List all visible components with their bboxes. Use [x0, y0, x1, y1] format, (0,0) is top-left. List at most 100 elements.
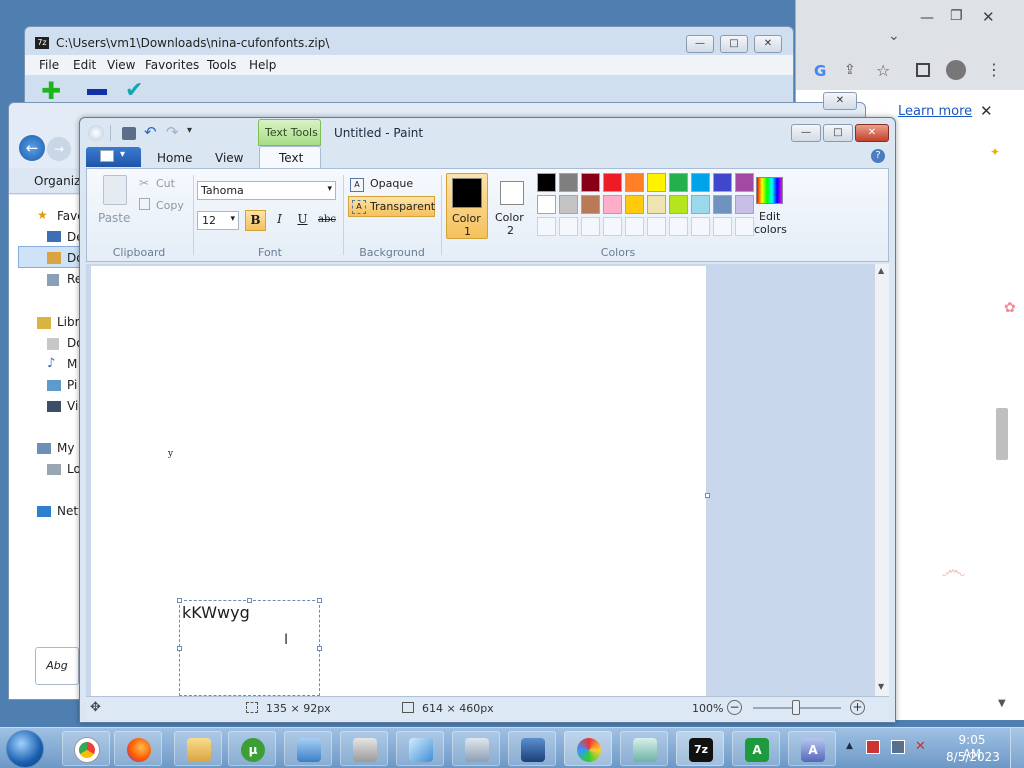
forward-icon[interactable]: →	[47, 137, 71, 161]
font-size-select[interactable]: 12 ▾	[197, 211, 239, 230]
start-button[interactable]	[6, 730, 44, 768]
zoom-in-icon[interactable]: +	[850, 700, 865, 715]
menu-view[interactable]: View	[107, 58, 135, 72]
taskbar-font-viewer[interactable]: A	[732, 731, 780, 766]
empty-color-swatch[interactable]	[713, 217, 732, 236]
google-icon[interactable]: G	[814, 62, 826, 80]
menu-file[interactable]: File	[39, 58, 59, 72]
paint-app-icon[interactable]	[88, 125, 104, 141]
cut-button[interactable]: Cut	[156, 177, 175, 190]
color-swatch[interactable]	[559, 195, 578, 214]
color-swatch[interactable]	[603, 173, 622, 192]
taskbar-7zip[interactable]: 7z	[676, 731, 724, 766]
empty-color-swatch[interactable]	[581, 217, 600, 236]
restore-icon[interactable]: ❐	[950, 8, 963, 24]
explorer-close-button[interactable]: ✕	[823, 92, 857, 110]
color-swatch[interactable]	[581, 195, 600, 214]
vertical-scrollbar[interactable]: ▲ ▼	[874, 264, 889, 696]
edit-colors-label-2[interactable]: colors	[754, 223, 787, 236]
paste-button[interactable]: Paste	[98, 211, 130, 225]
tab-view[interactable]: View	[215, 151, 243, 165]
empty-color-swatch[interactable]	[669, 217, 688, 236]
paste-icon[interactable]	[103, 175, 127, 205]
learn-more-link[interactable]: Learn more	[898, 104, 972, 119]
menu-edit[interactable]: Edit	[73, 58, 96, 72]
qat-dropdown-icon[interactable]: ▾	[187, 125, 192, 136]
taskbar-printer[interactable]	[340, 731, 388, 766]
sevenzip-close-button[interactable]: ✕	[754, 35, 782, 53]
empty-color-swatch[interactable]	[559, 217, 578, 236]
taskbar-chrome[interactable]	[62, 731, 110, 766]
color-swatch[interactable]	[691, 195, 710, 214]
transparent-button[interactable]: A Transparent	[348, 196, 435, 217]
side-panel-icon[interactable]	[916, 63, 930, 77]
close-icon[interactable]: ✕	[982, 8, 995, 26]
scroll-down-icon[interactable]: ▼	[878, 682, 884, 691]
nav-my-computer[interactable]: My	[57, 441, 74, 455]
paint-close-button[interactable]: ✕	[855, 124, 889, 142]
action-center-icon[interactable]	[866, 740, 880, 754]
menu-help[interactable]: Help	[249, 58, 276, 72]
paint-minimize-button[interactable]: —	[791, 124, 821, 142]
strikethrough-button[interactable]: abc	[315, 210, 339, 231]
font-family-select[interactable]: Tahoma ▾	[197, 181, 336, 200]
color1-button[interactable]: Color 1	[446, 173, 488, 239]
taskbar-control-panel[interactable]	[284, 731, 332, 766]
show-desktop-button[interactable]	[1010, 728, 1024, 768]
empty-color-swatch[interactable]	[735, 217, 754, 236]
scroll-up-icon[interactable]: ▲	[878, 266, 884, 275]
resize-handle[interactable]	[177, 598, 182, 603]
bold-button[interactable]: B	[245, 210, 266, 231]
taskbar-firefox[interactable]	[114, 731, 162, 766]
paint-menu-button[interactable]: ▾	[86, 147, 141, 167]
color2-button[interactable]: Color 2	[490, 173, 532, 239]
share-icon[interactable]: ⇪	[844, 62, 856, 78]
profile-avatar[interactable]	[946, 60, 966, 80]
color-swatch[interactable]	[735, 173, 754, 192]
color-swatch[interactable]	[691, 173, 710, 192]
taskbar-remote-desktop[interactable]	[508, 731, 556, 766]
test-icon[interactable]: ✔	[125, 79, 143, 103]
canvas-resize-handle[interactable]	[705, 493, 710, 498]
network-tray-icon[interactable]	[891, 740, 905, 754]
add-icon[interactable]: ✚	[41, 79, 61, 103]
resize-handle[interactable]	[317, 646, 322, 651]
menu-kebab-icon[interactable]: ⋮	[986, 60, 1002, 79]
nav-videos[interactable]: Vi	[67, 399, 78, 413]
clock-date[interactable]: 8/5/2023	[945, 750, 1001, 764]
color-swatch[interactable]	[625, 195, 644, 214]
menu-tools[interactable]: Tools	[207, 58, 237, 72]
color-swatch[interactable]	[669, 173, 688, 192]
taskbar-utorrent[interactable]: µ	[228, 731, 276, 766]
tab-search-icon[interactable]: ⌄	[888, 28, 900, 44]
volume-muted-icon[interactable]: ✕	[915, 739, 926, 754]
redo-icon[interactable]: ↷	[166, 123, 179, 141]
empty-color-swatch[interactable]	[691, 217, 710, 236]
save-icon[interactable]	[122, 127, 136, 140]
font-preview-thumbnail[interactable]: Abg	[35, 647, 79, 685]
color-swatch[interactable]	[559, 173, 578, 192]
scroll-down-icon[interactable]: ▼	[998, 698, 1006, 709]
taskbar-notepad[interactable]	[620, 731, 668, 766]
opaque-button[interactable]: Opaque	[370, 177, 413, 190]
color-swatch[interactable]	[537, 195, 556, 214]
taskbar-paint[interactable]	[564, 731, 612, 766]
resize-handle[interactable]	[247, 598, 252, 603]
color-swatch[interactable]	[735, 195, 754, 214]
tab-home[interactable]: Home	[157, 151, 192, 165]
show-hidden-icons[interactable]: ▲	[846, 741, 853, 751]
tab-text[interactable]: Text	[259, 146, 321, 169]
empty-color-swatch[interactable]	[537, 217, 556, 236]
nav-pictures[interactable]: Pi	[67, 378, 77, 392]
underline-button[interactable]: U	[292, 210, 313, 231]
extract-icon[interactable]	[87, 89, 107, 95]
close-infobar-icon[interactable]: ✕	[980, 102, 993, 120]
taskbar-font-tool[interactable]: A	[788, 731, 836, 766]
resize-handle[interactable]	[317, 598, 322, 603]
color-swatch[interactable]	[603, 195, 622, 214]
nav-music[interactable]: M	[67, 357, 77, 371]
color-swatch[interactable]	[647, 195, 666, 214]
color-swatch[interactable]	[669, 195, 688, 214]
sevenzip-minimize-button[interactable]: —	[686, 35, 714, 53]
text-box-content[interactable]: kKWwyg	[182, 603, 250, 622]
